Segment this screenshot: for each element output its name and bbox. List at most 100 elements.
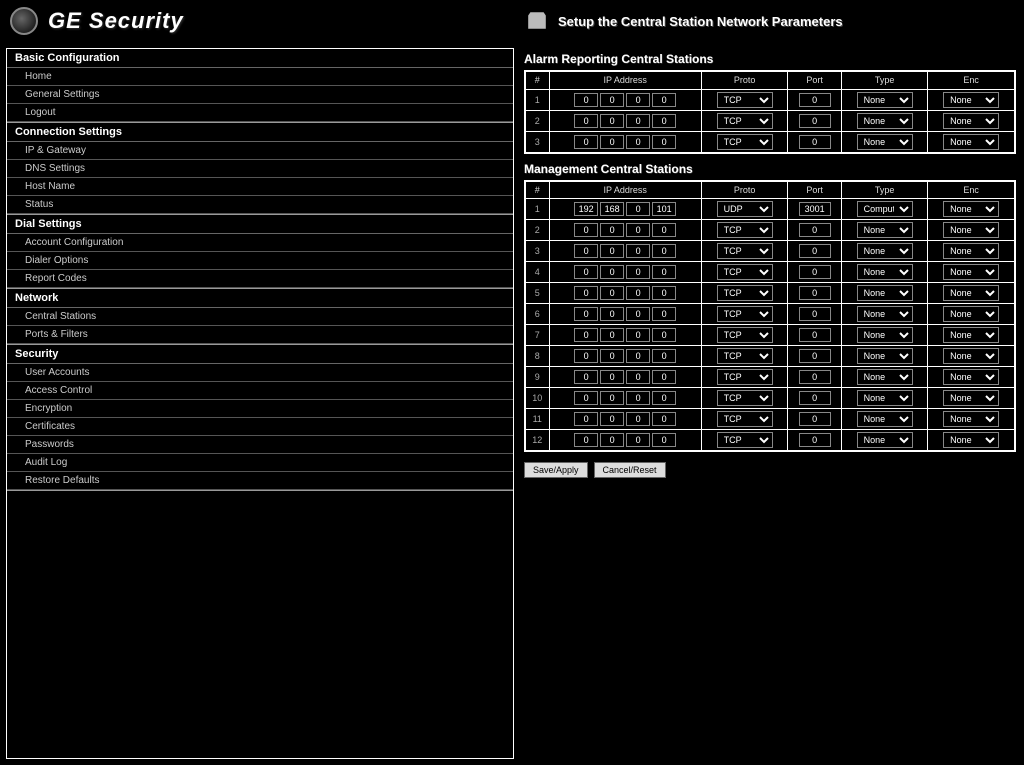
- nav-item[interactable]: Dialer Options: [7, 252, 513, 270]
- ip-octet-1[interactable]: [600, 412, 624, 426]
- ip-octet-2[interactable]: [626, 433, 650, 447]
- nav-item[interactable]: General Settings: [7, 86, 513, 104]
- ip-octet-3[interactable]: [652, 202, 676, 216]
- type-select[interactable]: NoneComputerReceiver: [857, 201, 913, 217]
- port-input[interactable]: [799, 433, 831, 447]
- enc-select[interactable]: NoneAES128AES256: [943, 92, 999, 108]
- ip-octet-2[interactable]: [626, 114, 650, 128]
- proto-select[interactable]: TCPUDP: [717, 222, 773, 238]
- type-select[interactable]: NoneComputerReceiver: [857, 411, 913, 427]
- ip-octet-0[interactable]: [574, 265, 598, 279]
- save-button[interactable]: Save/Apply: [524, 462, 588, 478]
- nav-item[interactable]: Central Stations: [7, 308, 513, 326]
- type-select[interactable]: NoneComputerReceiver: [857, 306, 913, 322]
- port-input[interactable]: [799, 244, 831, 258]
- ip-octet-0[interactable]: [574, 135, 598, 149]
- port-input[interactable]: [799, 135, 831, 149]
- ip-octet-3[interactable]: [652, 286, 676, 300]
- ip-octet-2[interactable]: [626, 391, 650, 405]
- ip-octet-2[interactable]: [626, 244, 650, 258]
- ip-octet-0[interactable]: [574, 328, 598, 342]
- ip-octet-0[interactable]: [574, 286, 598, 300]
- ip-octet-3[interactable]: [652, 328, 676, 342]
- type-select[interactable]: NoneComputerReceiver: [857, 327, 913, 343]
- nav-item[interactable]: Home: [7, 68, 513, 86]
- ip-octet-3[interactable]: [652, 391, 676, 405]
- enc-select[interactable]: NoneAES128AES256: [943, 134, 999, 150]
- nav-item[interactable]: Access Control: [7, 382, 513, 400]
- ip-octet-3[interactable]: [652, 412, 676, 426]
- ip-octet-1[interactable]: [600, 114, 624, 128]
- ip-octet-3[interactable]: [652, 223, 676, 237]
- proto-select[interactable]: TCPUDP: [717, 327, 773, 343]
- ip-octet-3[interactable]: [652, 244, 676, 258]
- enc-select[interactable]: NoneAES128AES256: [943, 222, 999, 238]
- ip-octet-1[interactable]: [600, 265, 624, 279]
- port-input[interactable]: [799, 114, 831, 128]
- type-select[interactable]: NoneComputerReceiver: [857, 134, 913, 150]
- port-input[interactable]: [799, 223, 831, 237]
- port-input[interactable]: [799, 349, 831, 363]
- ip-octet-2[interactable]: [626, 265, 650, 279]
- ip-octet-2[interactable]: [626, 412, 650, 426]
- proto-select[interactable]: TCPUDP: [717, 92, 773, 108]
- ip-octet-0[interactable]: [574, 114, 598, 128]
- enc-select[interactable]: NoneAES128AES256: [943, 390, 999, 406]
- proto-select[interactable]: TCPUDP: [717, 369, 773, 385]
- enc-select[interactable]: NoneAES128AES256: [943, 306, 999, 322]
- ip-octet-2[interactable]: [626, 349, 650, 363]
- ip-octet-1[interactable]: [600, 349, 624, 363]
- ip-octet-2[interactable]: [626, 202, 650, 216]
- ip-octet-0[interactable]: [574, 433, 598, 447]
- proto-select[interactable]: TCPUDP: [717, 264, 773, 280]
- port-input[interactable]: [799, 93, 831, 107]
- proto-select[interactable]: TCPUDP: [717, 113, 773, 129]
- nav-item[interactable]: Encryption: [7, 400, 513, 418]
- ip-octet-0[interactable]: [574, 93, 598, 107]
- port-input[interactable]: [799, 265, 831, 279]
- ip-octet-2[interactable]: [626, 286, 650, 300]
- type-select[interactable]: NoneComputerReceiver: [857, 92, 913, 108]
- proto-select[interactable]: TCPUDP: [717, 201, 773, 217]
- ip-octet-2[interactable]: [626, 223, 650, 237]
- type-select[interactable]: NoneComputerReceiver: [857, 348, 913, 364]
- proto-select[interactable]: TCPUDP: [717, 285, 773, 301]
- port-input[interactable]: [799, 328, 831, 342]
- ip-octet-1[interactable]: [600, 286, 624, 300]
- ip-octet-1[interactable]: [600, 328, 624, 342]
- proto-select[interactable]: TCPUDP: [717, 243, 773, 259]
- ip-octet-3[interactable]: [652, 265, 676, 279]
- enc-select[interactable]: NoneAES128AES256: [943, 113, 999, 129]
- ip-octet-1[interactable]: [600, 202, 624, 216]
- ip-octet-2[interactable]: [626, 307, 650, 321]
- port-input[interactable]: [799, 286, 831, 300]
- ip-octet-3[interactable]: [652, 433, 676, 447]
- ip-octet-3[interactable]: [652, 135, 676, 149]
- ip-octet-1[interactable]: [600, 391, 624, 405]
- nav-item[interactable]: Report Codes: [7, 270, 513, 288]
- enc-select[interactable]: NoneAES128AES256: [943, 264, 999, 280]
- proto-select[interactable]: TCPUDP: [717, 390, 773, 406]
- ip-octet-1[interactable]: [600, 307, 624, 321]
- ip-octet-0[interactable]: [574, 202, 598, 216]
- proto-select[interactable]: TCPUDP: [717, 134, 773, 150]
- nav-item[interactable]: Audit Log: [7, 454, 513, 472]
- ip-octet-3[interactable]: [652, 114, 676, 128]
- ip-octet-3[interactable]: [652, 349, 676, 363]
- ip-octet-2[interactable]: [626, 328, 650, 342]
- ip-octet-3[interactable]: [652, 307, 676, 321]
- ip-octet-1[interactable]: [600, 93, 624, 107]
- nav-item[interactable]: User Accounts: [7, 364, 513, 382]
- type-select[interactable]: NoneComputerReceiver: [857, 369, 913, 385]
- nav-item[interactable]: Ports & Filters: [7, 326, 513, 344]
- cancel-button[interactable]: Cancel/Reset: [594, 462, 666, 478]
- enc-select[interactable]: NoneAES128AES256: [943, 201, 999, 217]
- ip-octet-2[interactable]: [626, 370, 650, 384]
- ip-octet-3[interactable]: [652, 93, 676, 107]
- ip-octet-0[interactable]: [574, 349, 598, 363]
- type-select[interactable]: NoneComputerReceiver: [857, 432, 913, 448]
- nav-item[interactable]: Certificates: [7, 418, 513, 436]
- nav-item[interactable]: Account Configuration: [7, 234, 513, 252]
- enc-select[interactable]: NoneAES128AES256: [943, 369, 999, 385]
- port-input[interactable]: [799, 370, 831, 384]
